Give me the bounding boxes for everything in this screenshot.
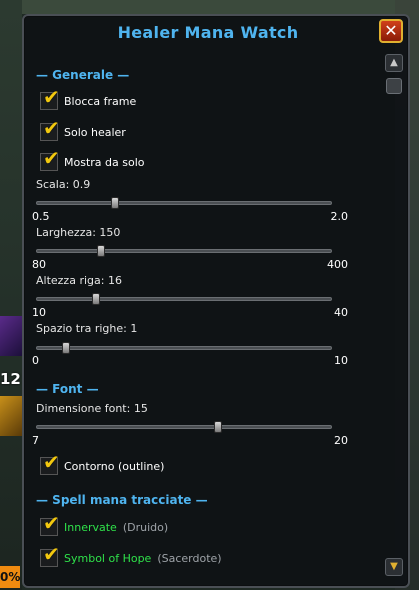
slider-label-scala: Scala: 0.9 [36, 178, 91, 191]
spell-class-druido: (Druido) [122, 520, 169, 534]
section-generale: — Generale — [36, 68, 130, 82]
section-font: — Font — [36, 382, 99, 396]
checkmark-icon: ✔ [43, 85, 60, 109]
slider-max-scala: 2.0 [330, 210, 349, 223]
slider-max-font: 20 [334, 434, 348, 447]
party-portrait-icon [0, 316, 22, 356]
slider-altezza-riga[interactable] [36, 293, 332, 305]
spell-name-innervate: Innervate [64, 520, 117, 534]
checkmark-icon: ✔ [43, 146, 60, 170]
slider-max-larghezza: 400 [327, 258, 348, 271]
checkmark-icon: ✔ [43, 511, 60, 535]
checkbox-label: Solo healer [64, 125, 126, 139]
spell-class-sacerdote: (Sacerdote) [157, 551, 222, 565]
slider-min-scala: 0.5 [32, 210, 50, 223]
slider-scala[interactable] [36, 197, 332, 209]
slider-label-altezza-riga: Altezza riga: 16 [36, 274, 122, 287]
slider-dimensione-font[interactable] [36, 421, 332, 433]
checkbox-label: Mostra da solo [64, 155, 145, 169]
window-title: Healer Mana Watch [117, 23, 299, 42]
slider-spazio-tra-righe[interactable] [36, 342, 332, 354]
checkbox-row-solo-healer[interactable]: ✔ Solo healer [40, 118, 126, 142]
section-spell-mana: — Spell mana tracciate — [36, 493, 208, 507]
healer-mana-watch-window: Healer Mana Watch ✕ ▲ ▼ — Generale — ✔ B… [22, 14, 410, 588]
checkbox-innervate[interactable]: ✔ [40, 513, 60, 536]
checkbox-row-blocca-frame[interactable]: ✔ Blocca frame [40, 87, 137, 111]
world-top-strip [0, 0, 419, 14]
slider-min-altezza: 10 [32, 306, 46, 319]
slider-thumb[interactable] [62, 342, 71, 354]
close-icon: ✕ [384, 21, 398, 40]
checkbox-mostra-da-solo[interactable]: ✔ [40, 148, 60, 171]
slider-thumb[interactable] [91, 293, 100, 305]
scroll-up-button[interactable]: ▲ [385, 54, 403, 72]
slider-min-font: 7 [32, 434, 39, 447]
checkmark-icon: ✔ [43, 116, 60, 140]
slider-min-larghezza: 80 [32, 258, 46, 271]
checkbox-row-innervate[interactable]: ✔ Innervate (Druido) [40, 513, 169, 537]
arrow-up-icon: ▲ [390, 57, 398, 68]
checkbox-row-symbol-of-hope[interactable]: ✔ Symbol of Hope (Sacerdote) [40, 544, 222, 568]
health-percent-badge: 0% [0, 566, 20, 588]
spell-name-symbol-of-hope: Symbol of Hope [64, 551, 152, 565]
checkbox-contorno[interactable]: ✔ [40, 452, 60, 475]
checkbox-label: Blocca frame [64, 94, 137, 108]
checkmark-icon: ✔ [43, 450, 60, 474]
checkbox-blocca-frame[interactable]: ✔ [40, 87, 60, 110]
slider-max-altezza: 40 [334, 306, 348, 319]
party-number: 12 [0, 370, 21, 388]
checkbox-symbol-of-hope[interactable]: ✔ [40, 544, 60, 567]
checkbox-label: Contorno (outline) [64, 459, 165, 473]
world-left-strip [0, 0, 22, 590]
slider-label-larghezza: Larghezza: 150 [36, 226, 121, 239]
slider-thumb[interactable] [97, 245, 106, 257]
checkmark-icon: ✔ [43, 542, 60, 566]
checkbox-solo-healer[interactable]: ✔ [40, 118, 60, 141]
checkbox-row-contorno[interactable]: ✔ Contorno (outline) [40, 452, 165, 476]
slider-label-spazio: Spazio tra righe: 1 [36, 322, 138, 335]
slider-thumb[interactable] [111, 197, 120, 209]
checkbox-row-mostra-da-solo[interactable]: ✔ Mostra da solo [40, 148, 145, 172]
scroll-down-button[interactable]: ▼ [385, 558, 403, 576]
buff-icon [0, 396, 22, 436]
slider-thumb[interactable] [213, 421, 222, 433]
slider-larghezza[interactable] [36, 245, 332, 257]
close-button[interactable]: ✕ [379, 19, 403, 43]
slider-min-spazio: 0 [32, 354, 39, 367]
arrow-down-icon: ▼ [390, 561, 398, 572]
slider-label-dimensione-font: Dimensione font: 15 [36, 402, 148, 415]
slider-max-spazio: 10 [334, 354, 348, 367]
scrollbar-thumb[interactable] [386, 78, 402, 94]
